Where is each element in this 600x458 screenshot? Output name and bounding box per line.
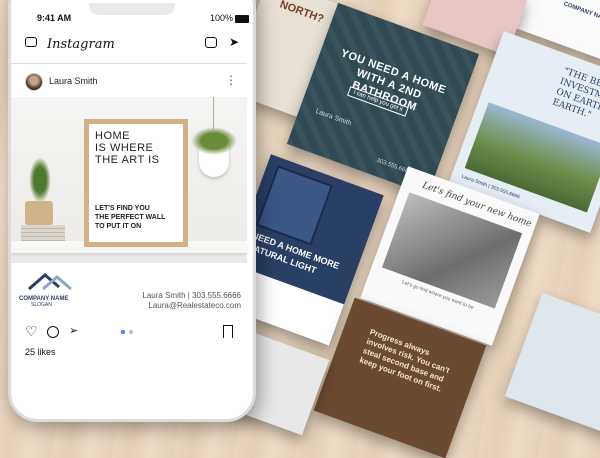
- send-icon[interactable]: ➤: [229, 35, 239, 49]
- company-logo: COMPANY NAME SLOGAN: [19, 269, 83, 308]
- roof-logo-icon: [28, 273, 72, 291]
- art-title-line: THE ART IS: [95, 154, 160, 166]
- card-header-text: NORTH?: [278, 0, 326, 26]
- camera-icon[interactable]: [25, 37, 37, 47]
- basket: [25, 201, 53, 225]
- battery-icon: [235, 15, 249, 23]
- comment-icon[interactable]: [47, 326, 59, 338]
- art-frame: HOME IS WHERE THE ART IS LET'S FIND YOU …: [84, 119, 188, 247]
- post-actions: ♡ ➢: [11, 323, 247, 343]
- post-username[interactable]: Laura Smith: [49, 76, 98, 86]
- igtv-icon[interactable]: [205, 37, 217, 48]
- battery-level: 100%: [209, 13, 233, 23]
- carousel-dot-icon: [121, 330, 125, 334]
- phone-frame: 9:41 AM 100% Instagram ➤ Laura Smith ⋮ H…: [8, 0, 256, 422]
- art-title-line: IS WHERE: [95, 142, 154, 154]
- art-print: HOME IS WHERE THE ART IS LET'S FIND YOU …: [89, 124, 183, 242]
- art-sub-line: LET'S FIND YOU: [95, 205, 150, 212]
- more-options-icon[interactable]: ⋮: [225, 73, 237, 87]
- avatar[interactable]: [25, 73, 43, 91]
- card-headline: "THE BEST INVESTMENT ON EARTH IS EARTH.": [550, 66, 600, 121]
- share-icon[interactable]: ➢: [69, 324, 78, 337]
- art-title-line: HOME: [95, 130, 130, 142]
- contact-line: Laura@Realestateco.com: [148, 301, 241, 310]
- hanging-plant: [191, 127, 237, 155]
- likes-count: 25 likes: [25, 347, 56, 357]
- company-slogan: SLOGAN: [31, 302, 52, 308]
- instagram-header: Instagram ➤: [25, 35, 239, 59]
- art-title: HOME IS WHERE THE ART IS: [95, 130, 160, 166]
- post-footer: COMPANY NAME SLOGAN Laura Smith | 303.55…: [11, 263, 247, 319]
- macrame-cord: [213, 97, 214, 131]
- post-header: Laura Smith ⋮: [25, 71, 237, 93]
- card-company-text: COMPANY NAME: [562, 1, 600, 24]
- card-bottom-right: [504, 292, 600, 438]
- contact-line: Laura Smith | 303.555.6666: [142, 291, 241, 300]
- app-title: Instagram: [47, 37, 115, 52]
- vase-plant: [29, 157, 51, 203]
- heart-icon[interactable]: ♡: [25, 323, 38, 340]
- bookmark-icon[interactable]: [223, 325, 233, 338]
- contact-info: Laura Smith | 303.555.6666 Laura@Realest…: [142, 291, 241, 311]
- divider: [11, 63, 247, 64]
- art-subtitle: LET'S FIND YOU THE PERFECT WALL TO PUT I…: [95, 204, 165, 231]
- status-bar: 9:41 AM 100%: [37, 13, 249, 27]
- art-sub-line: TO PUT IT ON: [95, 223, 142, 230]
- carousel-dot-icon: [129, 330, 133, 334]
- art-sub-line: THE PERFECT WALL: [95, 214, 166, 221]
- status-time: 9:41 AM: [37, 13, 72, 23]
- card-quote: Progress always involves risk. You can't…: [358, 327, 451, 394]
